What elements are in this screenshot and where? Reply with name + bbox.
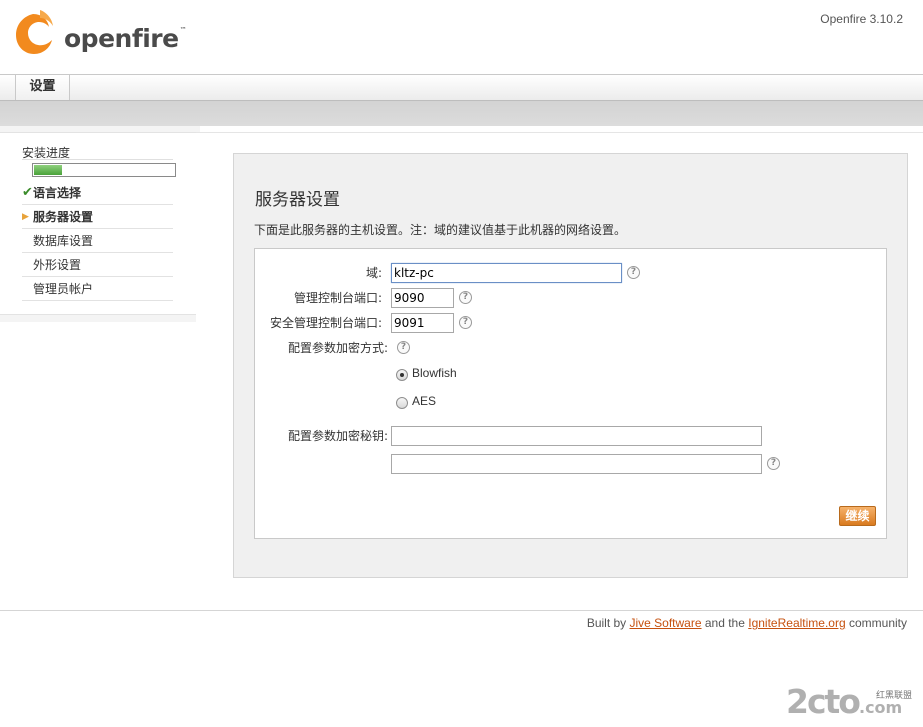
setup-progress-panel: 安装进度 ✔ 语言选择 ▶ 服务器设置 数据库设置 外形设置 管理员帐户 <box>0 132 196 315</box>
encryption-key-label: 配置参数加密秘钥: <box>287 429 388 443</box>
divider <box>22 159 173 160</box>
brand-name: openfire™ <box>64 24 187 53</box>
secure-port-label: 安全管理控制台端口: <box>269 316 382 330</box>
domain-input[interactable] <box>391 263 622 283</box>
version-label: Openfire 3.10.2 <box>820 12 903 26</box>
sub-nav-bar <box>0 100 923 126</box>
secure-port-input[interactable] <box>391 313 454 333</box>
footer: Built by Jive Software and the IgniteRea… <box>586 616 907 630</box>
help-icon[interactable]: ? <box>767 457 780 470</box>
blowfish-radio[interactable] <box>396 369 408 381</box>
help-icon[interactable]: ? <box>459 316 472 329</box>
page-description: 下面是此服务器的主机设置。注：域的建议值基于此机器的网络设置。 <box>254 223 627 237</box>
blowfish-label: Blowfish <box>412 366 457 380</box>
current-step-arrow-icon: ▶ <box>22 212 29 222</box>
sidebar-item-server-settings: ▶ 服务器设置 <box>22 205 173 229</box>
admin-port-label: 管理控制台端口: <box>293 291 382 305</box>
igniterealtime-link[interactable]: IgniteRealtime.org <box>748 616 845 630</box>
page-title: 服务器设置 <box>255 190 340 210</box>
sidebar: 安装进度 ✔ 语言选择 ▶ 服务器设置 数据库设置 外形设置 管理员帐户 <box>0 126 200 322</box>
sidebar-item-language: ✔ 语言选择 <box>22 181 173 205</box>
aes-radio[interactable] <box>396 397 408 409</box>
progress-bar <box>32 163 176 177</box>
encryption-method-label: 配置参数加密方式: <box>287 341 388 355</box>
watermark-logo: 2cto.com 红黑联盟 <box>786 682 913 721</box>
encryption-key-input[interactable] <box>391 426 762 446</box>
checkmark-icon: ✔ <box>22 185 33 200</box>
header: openfire™ Openfire 3.10.2 <box>0 0 923 74</box>
tab-setup[interactable]: 设置 <box>15 75 70 100</box>
help-icon[interactable]: ? <box>459 291 472 304</box>
domain-label: 域: <box>365 266 382 280</box>
sidebar-item-appearance: 外形设置 <box>22 253 173 277</box>
admin-port-input[interactable] <box>391 288 454 308</box>
help-icon[interactable]: ? <box>627 266 640 279</box>
progress-fill <box>34 165 62 175</box>
sidebar-item-admin-account: 管理员帐户 <box>22 277 173 301</box>
top-nav: 设置 <box>0 74 923 100</box>
jive-software-link[interactable]: Jive Software <box>630 616 702 630</box>
continue-button[interactable]: 继续 <box>839 506 876 526</box>
help-icon[interactable]: ? <box>397 341 410 354</box>
footer-divider <box>0 610 923 611</box>
aes-label: AES <box>412 394 437 408</box>
encryption-key-confirm-input[interactable] <box>391 454 762 474</box>
sidebar-item-database: 数据库设置 <box>22 229 173 253</box>
openfire-logo-icon <box>16 10 53 54</box>
